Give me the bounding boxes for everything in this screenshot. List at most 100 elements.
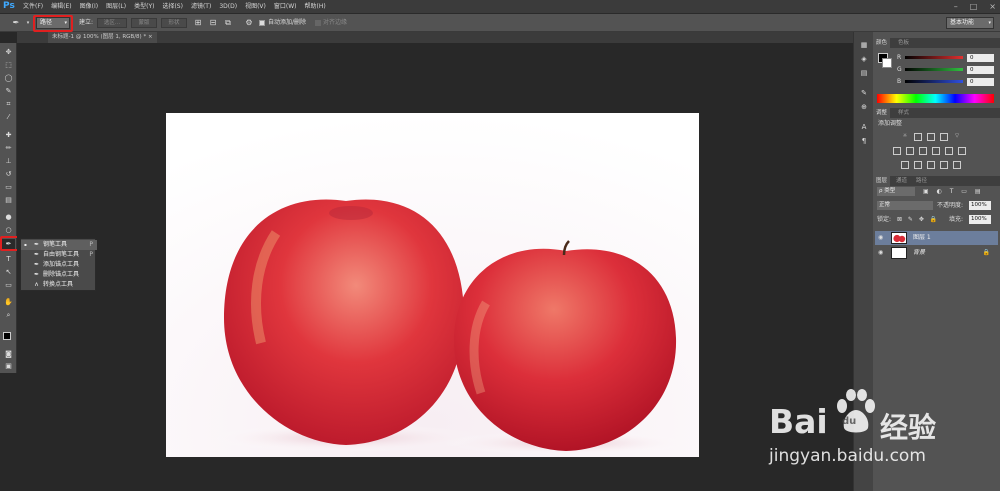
history-panel-icon[interactable]: ▦	[858, 40, 870, 50]
tab-channels[interactable]: 通道	[893, 176, 910, 186]
paragraph-panel-icon[interactable]: ¶	[858, 136, 870, 146]
green-slider[interactable]	[905, 68, 963, 71]
make-shape-button[interactable]: 形状	[161, 18, 187, 28]
vibrance-icon[interactable]: ▽	[953, 133, 961, 141]
menu-help[interactable]: 帮助(H)	[305, 0, 326, 14]
path-arrangement-icon[interactable]: ⧉	[222, 17, 234, 29]
layer-filter-icons[interactable]: ▣ ◐ T ▭ ▤	[923, 187, 984, 196]
curves-icon[interactable]	[927, 133, 935, 141]
layer-row-layer1[interactable]: ◉ 图层 1	[875, 231, 998, 245]
navigator-panel-icon[interactable]: ◈	[858, 54, 870, 64]
flyout-item-convert-point[interactable]: ʌ 转换点工具	[21, 280, 97, 290]
stamp-tool-icon[interactable]: ⊥	[2, 156, 15, 167]
fill-input[interactable]: 100%	[969, 215, 991, 224]
menu-edit[interactable]: 编辑(E)	[51, 0, 71, 14]
flyout-item-add-anchor[interactable]: ✒ 添加锚点工具	[21, 260, 97, 270]
gear-icon[interactable]: ⚙	[243, 17, 255, 29]
green-value-input[interactable]: 0	[967, 66, 994, 74]
hand-tool-icon[interactable]: ✋	[2, 297, 15, 308]
flyout-item-delete-anchor[interactable]: ✒ 删除锚点工具	[21, 270, 97, 280]
history-brush-tool-icon[interactable]: ↺	[2, 169, 15, 180]
invert-icon[interactable]	[901, 161, 909, 169]
menu-layer[interactable]: 图层(L)	[106, 0, 126, 14]
tab-paths[interactable]: 路径	[913, 176, 930, 186]
brush-tool-icon[interactable]: ✏	[2, 143, 15, 154]
blue-slider[interactable]	[905, 80, 963, 83]
close-icon[interactable]: ×	[148, 34, 153, 40]
layer-filter-select[interactable]: ρ 类型	[877, 187, 915, 196]
gradient-map-icon[interactable]	[940, 161, 948, 169]
make-mask-button[interactable]: 蒙版	[131, 18, 157, 28]
brush-panel-icon[interactable]: ✎	[858, 88, 870, 98]
menu-file[interactable]: 文件(F)	[23, 0, 43, 14]
tab-color[interactable]: 颜色	[873, 38, 891, 48]
menu-filter[interactable]: 滤镜(T)	[191, 0, 211, 14]
selective-color-icon[interactable]	[953, 161, 961, 169]
dodge-tool-icon[interactable]: ○	[2, 225, 15, 236]
eraser-tool-icon[interactable]: ▭	[2, 182, 15, 193]
hue-saturation-icon[interactable]	[893, 147, 901, 155]
brightness-icon[interactable]: ☼	[901, 133, 909, 141]
channel-mixer-icon[interactable]	[945, 147, 953, 155]
red-value-input[interactable]: 0	[967, 54, 994, 62]
character-panel-icon[interactable]: A	[858, 122, 870, 132]
close-icon[interactable]: ×	[989, 2, 996, 11]
type-tool-icon[interactable]: T	[2, 254, 15, 265]
path-alignment-icon[interactable]: ⊟	[207, 17, 219, 29]
blue-value-input[interactable]: 0	[967, 78, 994, 86]
align-edges-checkbox[interactable]	[315, 20, 321, 26]
marquee-tool-icon[interactable]: ⬚	[2, 60, 15, 71]
menu-3d[interactable]: 3D(D)	[219, 0, 237, 14]
shape-tool-icon[interactable]: ▭	[2, 280, 15, 291]
properties-panel-icon[interactable]: ▤	[858, 68, 870, 78]
visibility-eye-icon[interactable]: ◉	[878, 231, 883, 245]
photo-filter-icon[interactable]	[932, 147, 940, 155]
eyedropper-tool-icon[interactable]: ⁄	[2, 112, 15, 123]
menu-view[interactable]: 视图(V)	[245, 0, 266, 14]
red-slider[interactable]	[905, 56, 963, 59]
visibility-eye-icon[interactable]: ◉	[878, 246, 883, 260]
color-lookup-icon[interactable]	[958, 147, 966, 155]
healing-brush-tool-icon[interactable]: ✚	[2, 130, 15, 141]
crop-tool-icon[interactable]: ⌗	[2, 99, 15, 110]
menu-image[interactable]: 图像(I)	[80, 0, 98, 14]
minimize-icon[interactable]: –	[954, 2, 958, 11]
lasso-tool-icon[interactable]: ◯	[2, 73, 15, 84]
exposure-icon[interactable]	[940, 133, 948, 141]
maximize-icon[interactable]: □	[970, 2, 978, 11]
tab-adjustments[interactable]: 调整	[873, 108, 891, 118]
quick-mask-icon[interactable]: ◙	[2, 349, 15, 360]
screen-mode-icon[interactable]: ▣	[2, 361, 15, 372]
threshold-icon[interactable]	[927, 161, 935, 169]
gradient-tool-icon[interactable]: ▤	[2, 195, 15, 206]
document-canvas[interactable]	[166, 113, 699, 457]
foreground-color-swatch[interactable]	[3, 332, 11, 340]
tab-styles[interactable]: 样式	[895, 108, 912, 118]
move-tool-icon[interactable]: ✥	[2, 47, 15, 58]
menu-type[interactable]: 类型(Y)	[134, 0, 154, 14]
opacity-input[interactable]: 100%	[969, 201, 991, 210]
levels-icon[interactable]	[914, 133, 922, 141]
tab-layers[interactable]: 图层	[873, 176, 891, 186]
make-selection-button[interactable]: 选区...	[97, 18, 127, 28]
menu-select[interactable]: 选择(S)	[162, 0, 183, 14]
workspace-select[interactable]: 基本功能 ▾	[946, 17, 994, 29]
pen-tool-preset-icon[interactable]: ✒	[10, 17, 22, 29]
flyout-item-freeform-pen[interactable]: ✒ 自由钢笔工具 P	[21, 250, 97, 260]
zoom-tool-icon[interactable]: ⌕	[2, 310, 15, 321]
blend-mode-select[interactable]: 正常	[877, 201, 933, 210]
blur-tool-icon[interactable]: ●	[2, 212, 15, 223]
black-white-icon[interactable]	[919, 147, 927, 155]
flyout-item-pen[interactable]: ▪ ✒ 钢笔工具 P	[21, 240, 97, 250]
clone-source-icon[interactable]: ⊕	[858, 102, 870, 112]
document-tab[interactable]: 未标题-1 @ 100% (图层 1, RGB/8) * ×	[48, 32, 157, 43]
path-operations-icon[interactable]: ⊞	[192, 17, 204, 29]
color-balance-icon[interactable]	[906, 147, 914, 155]
auto-add-delete-checkbox[interactable]	[259, 20, 265, 26]
quick-select-tool-icon[interactable]: ✎	[2, 86, 15, 97]
color-spectrum-bar[interactable]	[877, 94, 994, 103]
lock-icons[interactable]: ⊠ ✎ ✥ 🔒	[897, 215, 939, 224]
tab-swatches[interactable]: 色板	[895, 38, 912, 48]
layer-row-background[interactable]: ◉ 背景 🔒	[875, 246, 998, 260]
posterize-icon[interactable]	[914, 161, 922, 169]
